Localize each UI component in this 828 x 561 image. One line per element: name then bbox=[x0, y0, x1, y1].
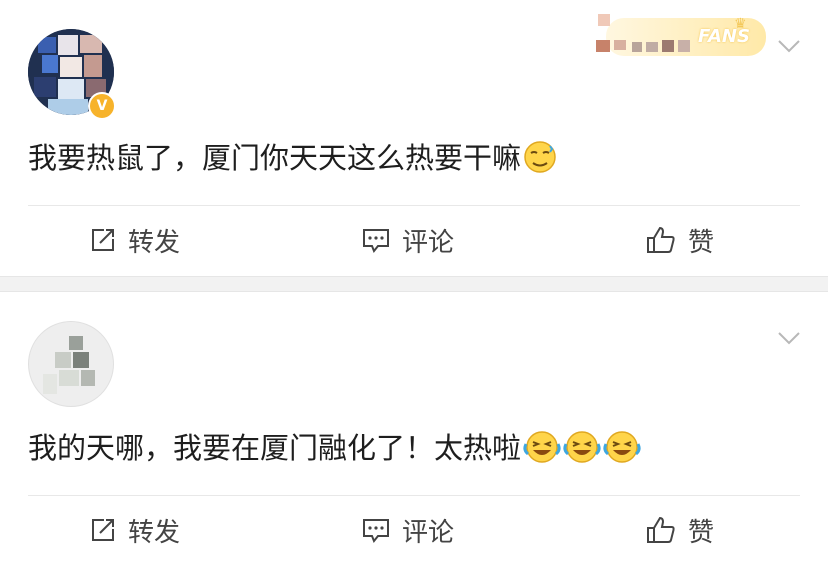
share-label: 转发 bbox=[128, 517, 181, 548]
fans-badge-label: FANS bbox=[698, 26, 750, 47]
like-label: 赞 bbox=[688, 227, 715, 258]
share-button[interactable]: 转发 bbox=[90, 500, 180, 560]
share-label: 转发 bbox=[128, 227, 181, 258]
laughing-crying-emoji bbox=[563, 430, 601, 472]
thumbs-up-icon bbox=[646, 226, 676, 254]
thumbs-up-icon bbox=[646, 516, 676, 544]
comment-icon bbox=[362, 227, 390, 253]
post-text: 我要热鼠了，厦门你天天这么热要干嘛 bbox=[28, 140, 557, 182]
like-button[interactable]: 赞 bbox=[646, 500, 714, 560]
chevron-down-icon[interactable] bbox=[778, 40, 800, 62]
divider bbox=[28, 495, 800, 496]
verified-v-icon: V bbox=[88, 92, 116, 120]
share-button[interactable]: 转发 bbox=[90, 210, 180, 270]
comment-label: 评论 bbox=[402, 517, 455, 548]
action-bar: 转发 评论 赞 bbox=[0, 500, 828, 560]
chevron-down-icon[interactable] bbox=[778, 332, 800, 354]
divider bbox=[28, 205, 800, 206]
share-icon bbox=[90, 227, 116, 253]
post-text-content: 我要热鼠了，厦门你天天这么热要干嘛 bbox=[28, 141, 522, 175]
laughing-crying-emoji bbox=[603, 430, 641, 472]
share-icon bbox=[90, 517, 116, 543]
fans-badge: ♛ FANS bbox=[586, 12, 770, 62]
post-card-1: V ♛ FANS 我要热鼠了，厦门你天天这么热要干嘛 转发 评论 赞 bbox=[0, 0, 828, 276]
hot-face-emoji bbox=[523, 140, 557, 182]
comment-label: 评论 bbox=[402, 227, 455, 258]
comment-button[interactable]: 评论 bbox=[362, 500, 454, 560]
comment-icon bbox=[362, 517, 390, 543]
like-label: 赞 bbox=[688, 517, 715, 548]
comment-button[interactable]: 评论 bbox=[362, 210, 454, 270]
laughing-crying-emoji bbox=[523, 430, 561, 472]
post-card-2: 我的天哪，我要在厦门融化了！太热啦 转发 评论 赞 bbox=[0, 292, 828, 561]
post-text-content: 我的天哪，我要在厦门融化了！太热啦 bbox=[28, 431, 522, 465]
post-text: 我的天哪，我要在厦门融化了！太热啦 bbox=[28, 430, 641, 472]
avatar[interactable] bbox=[28, 321, 114, 407]
action-bar: 转发 评论 赞 bbox=[0, 210, 828, 270]
like-button[interactable]: 赞 bbox=[646, 210, 714, 270]
feed-separator bbox=[0, 276, 828, 292]
